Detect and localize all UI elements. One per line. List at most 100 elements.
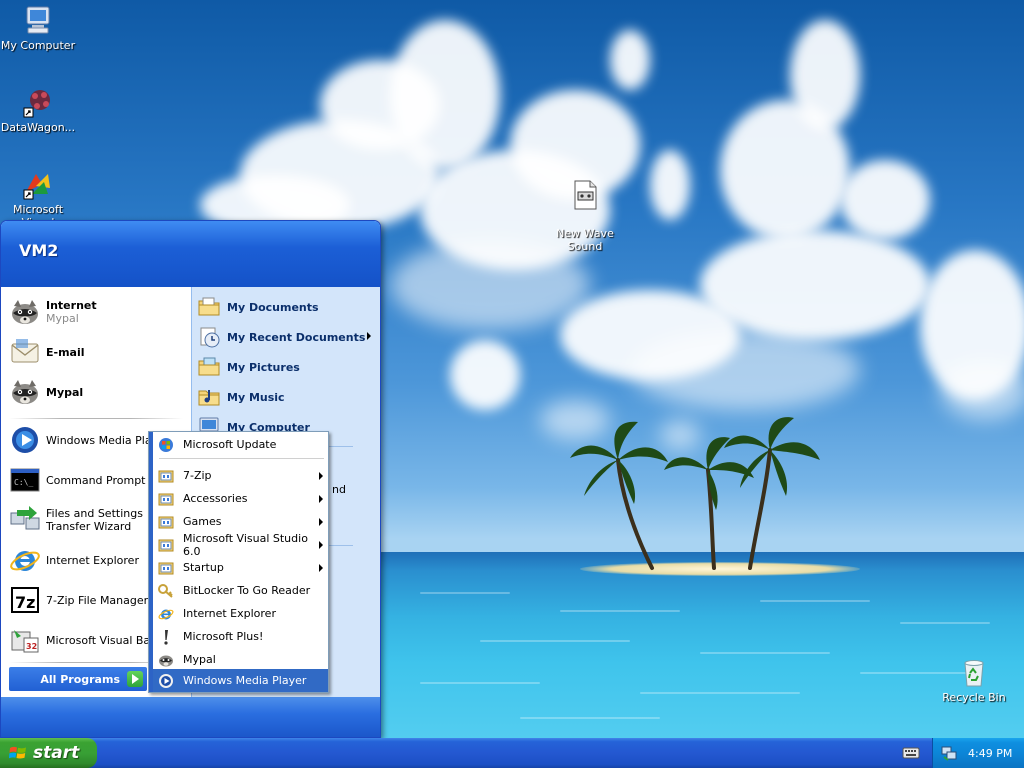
programs-separator [159, 458, 324, 459]
program-group-accessories[interactable]: Accessories [153, 487, 328, 510]
program-label: Microsoft Update [183, 438, 277, 451]
desktop-icon-my-computer[interactable]: My Computer [0, 4, 80, 52]
desktop-icon-new-wave-sound[interactable]: New Wave Sound [543, 166, 627, 253]
7zip-icon: 7z [11, 587, 39, 613]
program-item-bitlocker[interactable]: BitLocker To Go Reader [153, 579, 328, 602]
pinned-sublabel: Mypal [46, 312, 79, 325]
windows-update-icon [159, 437, 173, 452]
system-tray: 4:49 PM [932, 738, 1024, 768]
program-label: Accessories [183, 492, 248, 505]
windows-logo-icon [9, 746, 26, 759]
program-label: 7-Zip [183, 469, 212, 482]
program-label: BitLocker To Go Reader [183, 584, 311, 597]
program-label: Microsoft Visual Studio 6.0 [183, 531, 308, 558]
wave-file-icon [574, 180, 597, 210]
program-group-icon [158, 539, 174, 551]
recent-label: 7-Zip File Manager [46, 593, 149, 607]
pinned-label: Mypal [46, 385, 84, 399]
palm-trees [570, 417, 820, 570]
arrow-right-icon [127, 671, 143, 687]
right-item-my-documents[interactable]: My Documents [197, 293, 375, 321]
desktop-icon-recycle-bin[interactable]: Recycle Bin [932, 656, 1016, 704]
program-label: Startup [183, 561, 224, 574]
right-item-label: My Music [227, 390, 285, 404]
recycle-bin-icon [964, 660, 984, 687]
pinned-separator [9, 418, 183, 419]
chevron-right-icon [367, 332, 371, 340]
all-programs-menu: Microsoft Update 7-Zip Accessories Games [148, 431, 329, 693]
microsoft-plus-icon [164, 629, 168, 645]
program-item-windows-media-player[interactable]: Windows Media Player [153, 669, 328, 692]
raccoon-icon [159, 655, 173, 666]
right-item-label: My Pictures [227, 360, 300, 374]
recent-documents-icon [200, 327, 220, 348]
program-group-icon [158, 562, 174, 574]
program-label: Windows Media Player [183, 674, 307, 687]
clock[interactable]: 4:49 PM [968, 747, 1012, 760]
internet-explorer-icon [158, 609, 174, 619]
svg-text:C:\_: C:\_ [14, 478, 33, 487]
svg-text:7z: 7z [15, 593, 35, 612]
media-player-icon [159, 673, 173, 688]
program-item-microsoft-plus[interactable]: Microsoft Plus! [153, 625, 328, 648]
chevron-right-icon [319, 472, 323, 480]
pinned-label: E-mail [46, 345, 85, 359]
program-group-icon [158, 493, 174, 505]
bitlocker-icon [158, 583, 173, 598]
desktop-icon-datawagon[interactable]: DataWagon... [0, 86, 80, 134]
computer-icon [26, 6, 50, 34]
transfer-wizard-icon [10, 506, 40, 530]
program-label: Games [183, 515, 222, 528]
chevron-right-icon [319, 564, 323, 572]
user-name: VM2 [19, 241, 59, 260]
svg-text:32: 32 [26, 642, 37, 651]
visual-basic-icon: 32 [11, 630, 39, 653]
chevron-right-icon [319, 495, 323, 503]
keyboard-icon[interactable] [902, 745, 920, 761]
command-prompt-icon: C:\_ [10, 468, 40, 492]
right-hidden-fragment: nd [332, 483, 346, 496]
program-item-microsoft-update[interactable]: Microsoft Update [153, 433, 328, 456]
program-group-startup[interactable]: Startup [153, 556, 328, 579]
right-item-label: My Recent Documents [227, 330, 366, 344]
recent-label: Internet Explorer [46, 553, 139, 567]
program-label: Microsoft Plus! [183, 630, 264, 643]
program-group-icon [158, 470, 174, 482]
pinned-item-internet[interactable]: Internet Mypal [9, 296, 189, 328]
start-label: start [33, 743, 80, 763]
pinned-item-mypal[interactable]: Mypal [9, 376, 189, 408]
program-label: Mypal [183, 653, 216, 666]
folder-documents-icon [198, 297, 220, 316]
raccoon-icon [12, 300, 38, 324]
right-item-my-recent-documents[interactable]: My Recent Documents [197, 323, 375, 351]
start-menu-footer [1, 697, 380, 737]
visual-studio-icon [23, 174, 50, 200]
start-button[interactable]: start [0, 738, 97, 768]
chevron-right-icon [319, 518, 323, 526]
internet-explorer-icon [10, 551, 40, 571]
network-icon[interactable] [941, 745, 957, 761]
right-item-my-pictures[interactable]: My Pictures [197, 353, 375, 381]
folder-pictures-icon [198, 357, 220, 376]
program-item-mypal[interactable]: Mypal [153, 648, 328, 671]
program-group-7zip[interactable]: 7-Zip [153, 464, 328, 487]
program-group-games[interactable]: Games [153, 510, 328, 533]
program-group-icon [158, 516, 174, 528]
envelope-icon [11, 339, 39, 363]
program-label: Internet Explorer [183, 607, 276, 620]
pinned-label: Internet [46, 299, 97, 312]
media-player-icon [12, 427, 38, 453]
all-programs-button[interactable]: All Programs [9, 667, 147, 691]
right-item-label: My Documents [227, 300, 319, 314]
start-menu-header: VM2 [1, 221, 380, 287]
pinned-item-email[interactable]: E-mail [9, 336, 189, 368]
right-item-my-music[interactable]: My Music [197, 383, 375, 411]
chevron-right-icon [319, 541, 323, 549]
program-group-visual-studio[interactable]: Microsoft Visual Studio 6.0 [153, 531, 328, 558]
datawagon-icon [23, 90, 50, 118]
program-item-internet-explorer[interactable]: Internet Explorer [153, 602, 328, 625]
folder-music-icon [198, 390, 220, 406]
raccoon-icon [12, 380, 38, 404]
taskbar: start 4:49 PM [0, 738, 1024, 768]
recent-label: Command Prompt [46, 473, 146, 487]
